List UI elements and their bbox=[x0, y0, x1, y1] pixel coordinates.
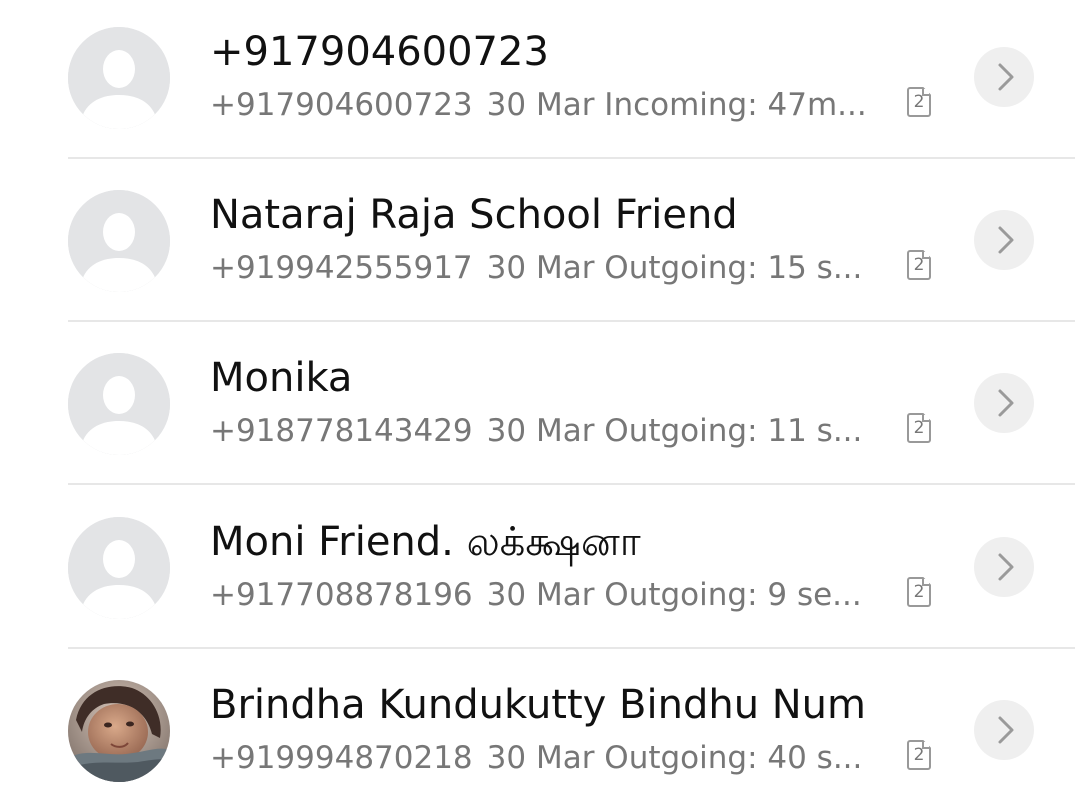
phone-number: +918778143429 bbox=[210, 413, 473, 449]
call-summary: 30 Mar Outgoing: 40 s... bbox=[486, 740, 863, 776]
sim-2-icon: 2 bbox=[907, 740, 931, 770]
call-log-item[interactable]: Nataraj Raja School Friend +919942555917… bbox=[0, 159, 1075, 322]
sim-2-icon: 2 bbox=[907, 250, 931, 280]
call-summary: 30 Mar Outgoing: 9 se... bbox=[486, 577, 862, 613]
contact-name: Nataraj Raja School Friend bbox=[210, 192, 738, 238]
phone-number: +917904600723 bbox=[210, 87, 473, 123]
default-person-icon bbox=[68, 517, 170, 619]
call-log-item[interactable]: +917904600723 +917904600723 30 Mar Incomi… bbox=[0, 0, 1075, 159]
contact-photo bbox=[68, 680, 170, 782]
chevron-right-icon bbox=[998, 63, 1014, 91]
contact-name: Monika bbox=[210, 355, 353, 401]
call-log-item[interactable]: Monika +918778143429 30 Mar Outgoing: 11 … bbox=[0, 322, 1075, 485]
call-details: +919994870218 30 Mar Outgoing: 40 s... bbox=[210, 738, 862, 778]
sim-2-icon: 2 bbox=[907, 87, 931, 117]
call-summary: 30 Mar Outgoing: 11 s... bbox=[486, 413, 863, 449]
phone-number: +917708878196 bbox=[210, 577, 473, 613]
chevron-right-icon bbox=[998, 716, 1014, 744]
sim-2-icon: 2 bbox=[907, 577, 931, 607]
row-divider bbox=[68, 483, 1075, 485]
chevron-right-icon bbox=[998, 226, 1014, 254]
call-summary: 30 Mar Outgoing: 15 s... bbox=[486, 250, 863, 286]
call-log-list: +917904600723 +917904600723 30 Mar Incomi… bbox=[0, 0, 1075, 800]
sim-2-icon: 2 bbox=[907, 413, 931, 443]
call-details-button[interactable] bbox=[974, 47, 1034, 107]
phone-number: +919994870218 bbox=[210, 740, 473, 776]
call-log-item[interactable]: Moni Friend. லக்க்ஷனா +917708878196 30 Ma… bbox=[0, 486, 1075, 649]
default-person-icon bbox=[68, 27, 170, 129]
phone-number: +919942555917 bbox=[210, 250, 473, 286]
default-person-icon bbox=[68, 190, 170, 292]
contact-name: Moni Friend. லக்க்ஷனா bbox=[210, 519, 641, 565]
default-person-icon bbox=[68, 353, 170, 455]
call-log-item[interactable]: Brindha Kundukutty Bindhu Num +919994870… bbox=[0, 649, 1075, 812]
call-details-button[interactable] bbox=[974, 537, 1034, 597]
call-details-button[interactable] bbox=[974, 700, 1034, 760]
chevron-right-icon bbox=[998, 553, 1014, 581]
chevron-right-icon bbox=[998, 389, 1014, 417]
call-details: +919942555917 30 Mar Outgoing: 15 s... bbox=[210, 248, 862, 288]
call-details-button[interactable] bbox=[974, 210, 1034, 270]
call-details: +917708878196 30 Mar Outgoing: 9 se... bbox=[210, 575, 862, 615]
call-details: +918778143429 30 Mar Outgoing: 11 s... bbox=[210, 411, 862, 451]
call-details: +917904600723 30 Mar Incoming: 47m... bbox=[210, 85, 867, 125]
contact-name: Brindha Kundukutty Bindhu Num bbox=[210, 682, 866, 728]
call-details-button[interactable] bbox=[974, 373, 1034, 433]
contact-name: +917904600723 bbox=[210, 29, 549, 75]
call-summary: 30 Mar Incoming: 47m... bbox=[486, 87, 867, 123]
